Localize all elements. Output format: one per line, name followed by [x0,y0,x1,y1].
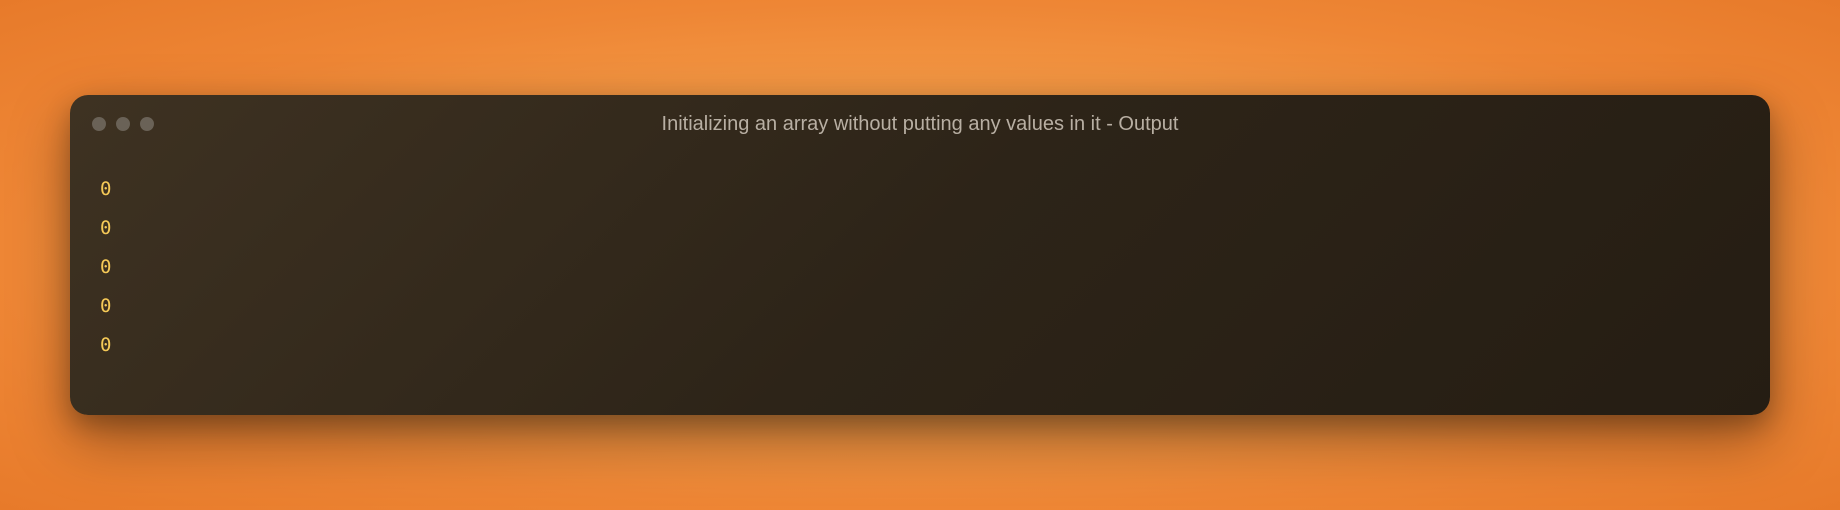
output-line: 0 [100,258,1740,277]
output-line: 0 [100,180,1740,199]
output-line: 0 [100,219,1740,238]
close-icon[interactable] [92,117,106,131]
window-title: Initializing an array without putting an… [92,113,1748,136]
window-titlebar: Initializing an array without putting an… [70,95,1770,145]
output-line: 0 [100,336,1740,355]
traffic-lights [92,117,154,131]
terminal-window: Initializing an array without putting an… [70,95,1770,415]
output-line: 0 [100,297,1740,316]
output-area: 0 0 0 0 0 [70,145,1770,375]
maximize-icon[interactable] [140,117,154,131]
minimize-icon[interactable] [116,117,130,131]
